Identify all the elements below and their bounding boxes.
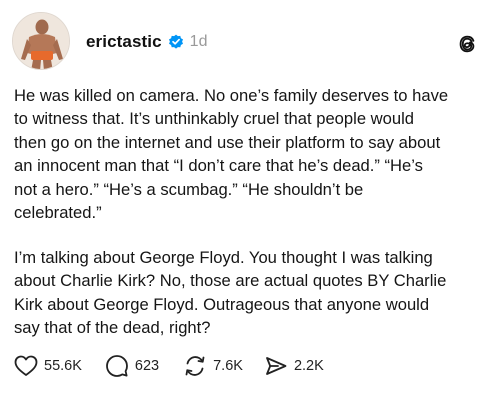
username[interactable]: erictastic [86, 32, 162, 52]
share-button[interactable]: 2.2K [264, 354, 324, 378]
send-icon [264, 354, 288, 378]
repost-arrows-icon [183, 354, 207, 378]
avatar[interactable] [12, 12, 70, 70]
repost-count: 7.6K [213, 358, 243, 374]
post-header: erictastic 1d [86, 32, 207, 52]
speech-bubble-icon [105, 354, 129, 378]
threads-logo-icon[interactable] [456, 33, 478, 55]
verified-badge-icon [168, 34, 184, 50]
threads-post: erictastic 1d He was killed on camera. N… [0, 0, 499, 400]
heart-icon [14, 355, 38, 377]
post-paragraph-2: I’m talking about George Floyd. You thou… [14, 248, 447, 338]
like-button[interactable]: 55.6K [14, 355, 82, 377]
reply-button[interactable]: 623 [105, 354, 159, 378]
repost-button[interactable]: 7.6K [183, 354, 243, 378]
post-paragraph-1: He was killed on camera. No one’s family… [14, 86, 449, 223]
reply-count: 623 [134, 358, 160, 374]
post-actions: 55.6K 623 7.6K 2.2K [14, 353, 324, 379]
like-count: 55.6K [44, 358, 82, 374]
share-count: 2.2K [293, 358, 324, 374]
post-timestamp: 1d [189, 33, 208, 50]
